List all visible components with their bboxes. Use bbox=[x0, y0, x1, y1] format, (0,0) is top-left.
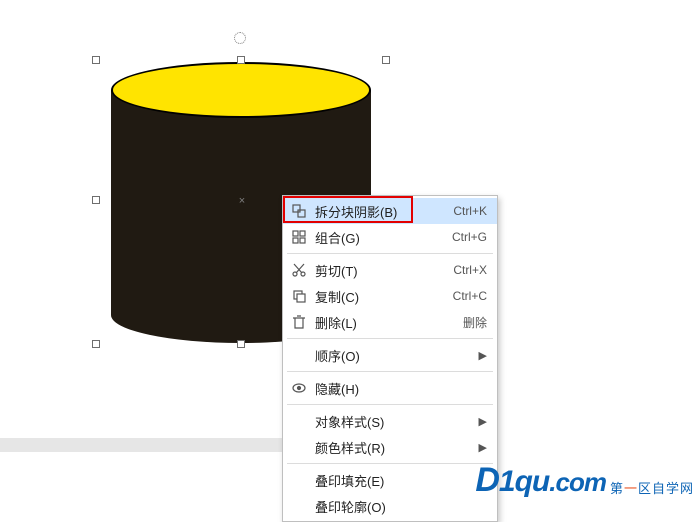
menu-separator bbox=[287, 338, 493, 339]
menu-item-label: 隐藏(H) bbox=[315, 379, 487, 398]
watermark: D1qu.com 第一区自学网 bbox=[475, 461, 694, 500]
selection-handle[interactable] bbox=[237, 56, 245, 64]
blank-icon bbox=[289, 411, 309, 431]
blank-icon bbox=[289, 470, 309, 490]
menu-item[interactable]: 颜色样式(R)▶ bbox=[283, 434, 497, 460]
menu-separator bbox=[287, 253, 493, 254]
menu-item[interactable]: 剪切(T) Ctrl+X bbox=[283, 257, 497, 283]
ungroup-icon bbox=[289, 201, 309, 221]
menu-item[interactable]: 对象样式(S)▶ bbox=[283, 408, 497, 434]
cut-icon bbox=[289, 260, 309, 280]
menu-item-label: 复制(C) bbox=[315, 287, 439, 306]
menu-item[interactable]: 叠印填充(E) bbox=[283, 467, 497, 493]
selection-handle[interactable] bbox=[92, 56, 100, 64]
menu-item[interactable]: 叠印轮廓(O) bbox=[283, 493, 497, 519]
menu-item[interactable]: 隐藏(H) bbox=[283, 375, 497, 401]
submenu-arrow-icon: ▶ bbox=[477, 349, 487, 362]
menu-item-shortcut: Ctrl+K bbox=[453, 204, 487, 218]
delete-icon bbox=[289, 312, 309, 332]
menu-item[interactable]: 组合(G) Ctrl+G bbox=[283, 224, 497, 250]
blank-icon bbox=[289, 345, 309, 365]
cylinder-top bbox=[111, 62, 371, 118]
selection-handle[interactable] bbox=[92, 340, 100, 348]
menu-item-label: 删除(L) bbox=[315, 313, 449, 332]
design-canvas[interactable]: × 拆分块阴影(B) Ctrl+K 组合(G) Ctrl+G 剪切(T) Ctrl+X 复制… bbox=[0, 0, 700, 502]
menu-item-shortcut: Ctrl+C bbox=[453, 289, 487, 303]
menu-item-label: 顺序(O) bbox=[315, 346, 477, 365]
menu-item-label: 叠印轮廓(O) bbox=[315, 497, 487, 516]
menu-item-label: 组合(G) bbox=[315, 228, 438, 247]
group-icon bbox=[289, 227, 309, 247]
blank-icon bbox=[289, 437, 309, 457]
menu-separator bbox=[287, 463, 493, 464]
menu-item[interactable]: 拆分块阴影(B) Ctrl+K bbox=[283, 198, 497, 224]
menu-separator bbox=[287, 371, 493, 372]
watermark-main: D1qu.com bbox=[475, 461, 606, 500]
selection-center: × bbox=[237, 196, 247, 206]
submenu-arrow-icon: ▶ bbox=[477, 441, 487, 454]
menu-item-shortcut: Ctrl+X bbox=[453, 263, 487, 277]
menu-item[interactable]: 顺序(O)▶ bbox=[283, 342, 497, 368]
menu-item-shortcut: 删除 bbox=[463, 314, 487, 331]
menu-item[interactable]: 删除(L) 删除 bbox=[283, 309, 497, 335]
selection-handle[interactable] bbox=[92, 196, 100, 204]
menu-item[interactable]: 复制(C) Ctrl+C bbox=[283, 283, 497, 309]
menu-separator bbox=[287, 404, 493, 405]
submenu-arrow-icon: ▶ bbox=[477, 415, 487, 428]
blank-icon bbox=[289, 496, 309, 516]
menu-item-label: 对象样式(S) bbox=[315, 412, 477, 431]
menu-item-label: 剪切(T) bbox=[315, 261, 439, 280]
menu-item-label: 拆分块阴影(B) bbox=[315, 202, 439, 221]
hide-icon bbox=[289, 378, 309, 398]
watermark-sub: 第一区自学网 bbox=[610, 478, 694, 497]
copy-icon bbox=[289, 286, 309, 306]
menu-item-label: 颜色样式(R) bbox=[315, 438, 477, 457]
selection-handle[interactable] bbox=[237, 340, 245, 348]
context-menu: 拆分块阴影(B) Ctrl+K 组合(G) Ctrl+G 剪切(T) Ctrl+X 复制(C… bbox=[282, 195, 498, 522]
menu-item-shortcut: Ctrl+G bbox=[452, 230, 487, 244]
rotation-indicator[interactable] bbox=[234, 32, 246, 44]
selection-handle[interactable] bbox=[382, 56, 390, 64]
menu-item-label: 叠印填充(E) bbox=[315, 471, 487, 490]
status-strip bbox=[0, 438, 288, 452]
